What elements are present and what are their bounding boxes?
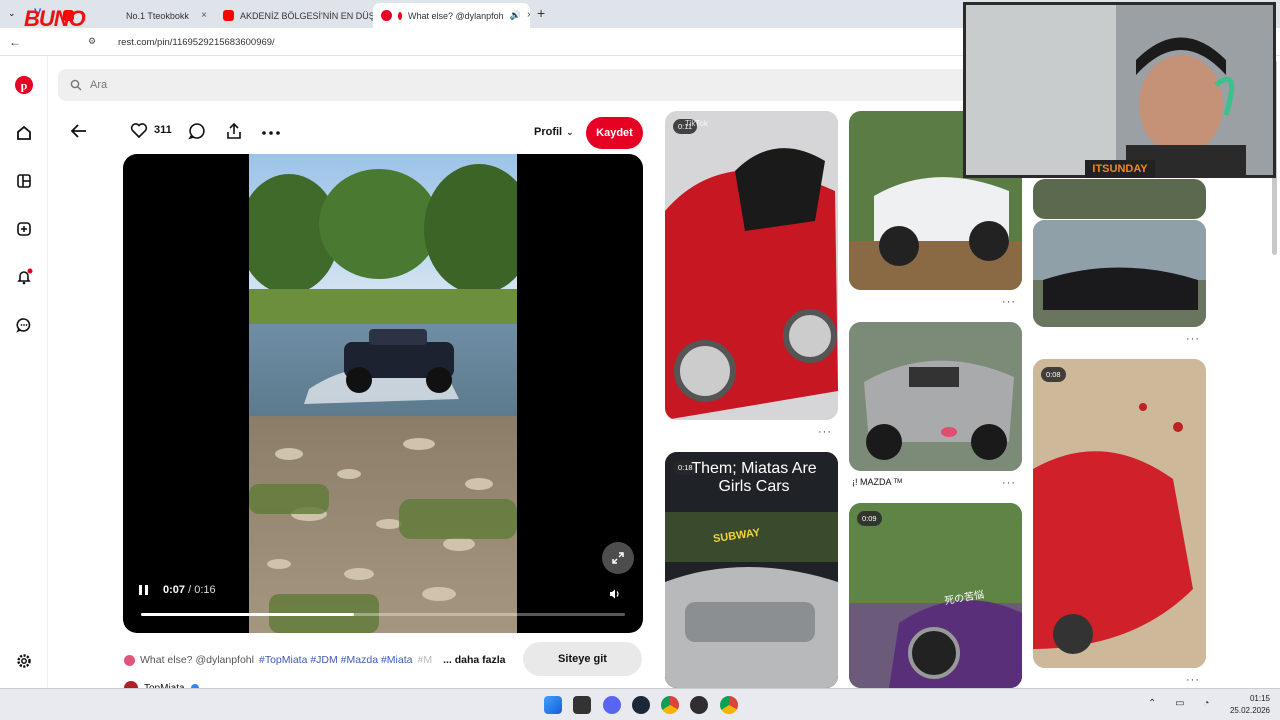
url-text[interactable]: rest.com/pin/1169529215683600969/ <box>118 37 275 48</box>
hashtags[interactable]: #TopMiata #JDM #Mazda #Miata <box>259 654 413 666</box>
taskbar: ⌃ ▭ ◔ 01:15 25.02.2026 <box>0 688 1280 720</box>
search-input[interactable]: Ara <box>90 79 107 91</box>
volume-icon[interactable] <box>609 586 621 604</box>
more-options-icon[interactable] <box>262 131 280 135</box>
more-options-icon[interactable]: ··· <box>1186 333 1200 345</box>
feed-card[interactable] <box>849 322 1022 471</box>
create-icon[interactable] <box>12 217 36 241</box>
visit-site-button[interactable]: Siteye git <box>523 642 642 676</box>
pin-action-bar: 311 Profil ⌄ Kaydet <box>64 116 654 150</box>
site-settings-icon[interactable]: ⚙ <box>88 36 96 47</box>
save-button[interactable]: Kaydet <box>586 117 643 149</box>
webcam-overlay <box>963 2 1276 178</box>
windows-start-icon[interactable] <box>544 696 562 714</box>
webcam-label: ITSUNDAY <box>1085 160 1155 178</box>
svg-text:p: p <box>21 79 28 93</box>
new-tab-button[interactable]: + <box>537 5 545 21</box>
tab-pinterest[interactable]: What else? @dylanpfoh 🔊 × <box>373 3 530 28</box>
feed-card[interactable] <box>1033 179 1206 219</box>
duration-badge: 0:08 <box>1041 367 1066 382</box>
clock[interactable]: 01:15 25.02.2026 <box>1226 693 1270 717</box>
pin-title[interactable]: ¡! MAZDA ᵀᴹ <box>852 477 902 487</box>
video-time: 0:07 / 0:16 <box>163 584 216 596</box>
avatar <box>124 654 135 666</box>
audio-icon[interactable]: 🔊 <box>510 10 521 21</box>
chevron-down-icon: ⌄ <box>566 126 574 137</box>
comment-icon[interactable] <box>188 122 206 140</box>
more-options-icon[interactable]: ··· <box>1002 477 1016 489</box>
more-options-icon[interactable]: ··· <box>818 426 832 438</box>
steam-icon[interactable] <box>632 696 650 714</box>
back-button[interactable] <box>70 123 88 139</box>
youtube-icon <box>223 10 234 21</box>
feed-card[interactable]: 0:18 Them; Miatas Are Girls Cars SUBWAY <box>665 452 838 688</box>
read-more-link[interactable]: ... daha fazla <box>443 654 505 666</box>
pinterest-icon <box>381 10 392 21</box>
expand-icon[interactable] <box>602 542 634 574</box>
chrome-icon[interactable] <box>720 696 738 714</box>
like-button[interactable]: 311 <box>130 122 172 138</box>
close-tab-icon[interactable]: × <box>527 10 530 21</box>
pause-icon[interactable] <box>139 585 148 595</box>
notifications-icon[interactable] <box>12 265 36 289</box>
explore-icon[interactable] <box>12 169 36 193</box>
more-options-icon[interactable]: ··· <box>1186 674 1200 686</box>
more-options-icon[interactable]: ··· <box>1002 296 1016 308</box>
close-tab-icon[interactable]: × <box>201 10 207 21</box>
pinterest-sidebar: p <box>0 56 48 688</box>
video-caption: Them; Miatas Are Girls Cars <box>691 460 817 495</box>
app-icon[interactable] <box>573 696 591 714</box>
chrome-icon[interactable] <box>661 696 679 714</box>
discord-icon[interactable] <box>603 696 621 714</box>
stream-logo: BUNO <box>24 6 86 31</box>
search-icon <box>70 79 82 91</box>
tab-akdeniz[interactable]: AKDENİZ BÖLGESİ'NİN EN DÜŞ × <box>215 3 373 28</box>
video-player[interactable]: 0:07 / 0:16 <box>123 154 643 633</box>
feed-card[interactable]: 0:11 TikTok <box>665 111 838 420</box>
tiktok-watermark: TikTok <box>685 119 708 128</box>
feed-card[interactable] <box>1033 220 1206 327</box>
video-progress-fill <box>141 613 354 616</box>
duration-badge: 0:09 <box>857 511 882 526</box>
system-tray[interactable]: ⌃ ▭ ◔ <box>1148 698 1217 709</box>
pinterest-logo-icon[interactable]: p <box>12 73 36 97</box>
tab-list-chevron-icon[interactable]: ⌄ <box>8 8 16 19</box>
obs-icon[interactable] <box>690 696 708 714</box>
pin-description: What else? @dylanpfohl #TopMiata #JDM #M… <box>124 654 506 666</box>
search-bar[interactable]: Ara <box>58 69 978 101</box>
video-progress-bar[interactable] <box>141 613 625 616</box>
settings-icon[interactable] <box>12 649 36 673</box>
profile-dropdown[interactable]: Profil ⌄ <box>534 126 574 138</box>
home-icon[interactable] <box>12 121 36 145</box>
share-icon[interactable] <box>225 122 243 140</box>
feed-card[interactable]: 0:08 <box>1033 359 1206 668</box>
feed-card[interactable]: 0:09 死の苦悩 <box>849 503 1022 688</box>
heart-icon <box>130 123 148 138</box>
recording-dot-icon <box>398 11 402 20</box>
messages-icon[interactable] <box>12 313 36 337</box>
back-arrow-icon[interactable]: ← <box>9 35 21 49</box>
like-count: 311 <box>154 124 172 136</box>
video-frame <box>249 154 517 633</box>
